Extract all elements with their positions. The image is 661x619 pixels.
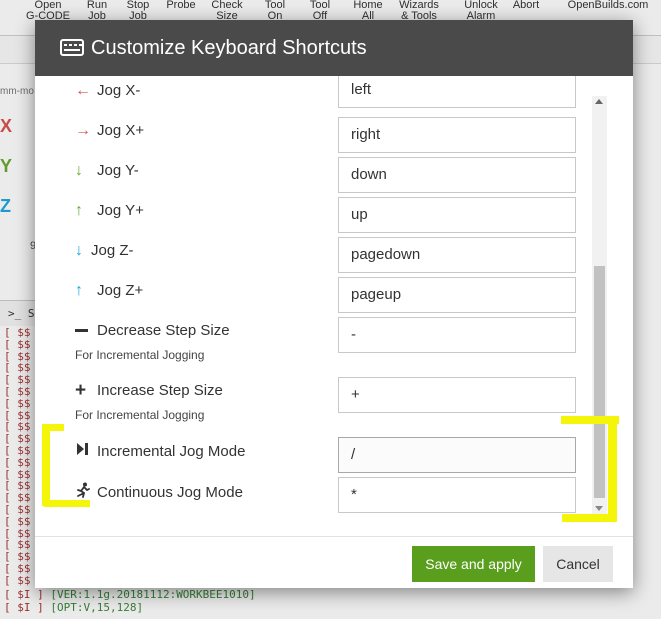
step-forward-icon (75, 442, 97, 460)
shortcut-label-increase-step: + Increase Step Size (75, 379, 223, 401)
shortcut-label-jog-y-minus: ↓ Jog Y- (75, 161, 139, 179)
shortcut-label-decrease-step: Decrease Step Size (75, 322, 230, 339)
shortcut-input-jog-z-plus[interactable]: pageup (338, 277, 576, 313)
arrow-left-icon: ← (75, 81, 91, 99)
arrow-up-icon: ↑ (75, 201, 83, 219)
dialog-title: Customize Keyboard Shortcuts (91, 37, 367, 59)
shortcut-label-jog-z-minus: ↓ Jog Z- (75, 241, 134, 259)
shortcut-label-jog-x-plus: → Jog X+ (75, 121, 145, 139)
shortcut-label-jog-x-minus: ← Jog X- (75, 81, 141, 99)
scrollbar-thumb[interactable] (594, 266, 605, 498)
arrow-right-icon: → (75, 121, 91, 139)
keyboard-icon (60, 39, 84, 56)
cancel-button[interactable]: Cancel (543, 546, 613, 582)
shortcuts-dialog: Customize Keyboard Shortcuts ← Jog X- le… (35, 20, 633, 588)
shortcut-label-incremental-jog: Incremental Jog Mode (75, 442, 245, 460)
dialog-scrollbar[interactable] (592, 96, 607, 514)
shortcut-label-continuous-jog: Continuous Jog Mode (75, 482, 243, 502)
arrow-down-icon: ↓ (75, 241, 83, 259)
shortcut-input-incremental-jog[interactable]: / (338, 437, 576, 473)
shortcut-list: ← Jog X- left → Jog X+ right ↓ Jog Y- do… (35, 76, 633, 536)
increase-step-sublabel: For Incremental Jogging (75, 408, 205, 422)
minus-icon (75, 323, 97, 339)
shortcut-input-increase-step[interactable]: + (338, 377, 576, 413)
dialog-footer: Save and apply Cancel (35, 536, 633, 588)
dialog-header: Customize Keyboard Shortcuts (35, 20, 633, 76)
arrow-down-icon: ↓ (75, 161, 83, 179)
shortcut-label-jog-z-plus: ↑ Jog Z+ (75, 281, 144, 299)
scroll-up-arrow-icon[interactable] (595, 99, 603, 104)
plus-icon: + (75, 379, 87, 401)
shortcut-input-jog-y-plus[interactable]: up (338, 197, 576, 233)
decrease-step-sublabel: For Incremental Jogging (75, 348, 205, 362)
save-and-apply-button[interactable]: Save and apply (412, 546, 535, 582)
shortcut-label-jog-y-plus: ↑ Jog Y+ (75, 201, 144, 219)
running-icon (75, 482, 97, 502)
shortcut-input-continuous-jog[interactable]: * (338, 477, 576, 513)
shortcut-input-jog-x-minus[interactable]: left (338, 76, 576, 108)
arrow-up-icon: ↑ (75, 281, 83, 299)
shortcut-input-jog-y-minus[interactable]: down (338, 157, 576, 193)
shortcut-input-jog-z-minus[interactable]: pagedown (338, 237, 576, 273)
scroll-down-arrow-icon[interactable] (595, 506, 603, 511)
shortcut-input-decrease-step[interactable]: - (338, 317, 576, 353)
shortcut-input-jog-x-plus[interactable]: right (338, 117, 576, 153)
